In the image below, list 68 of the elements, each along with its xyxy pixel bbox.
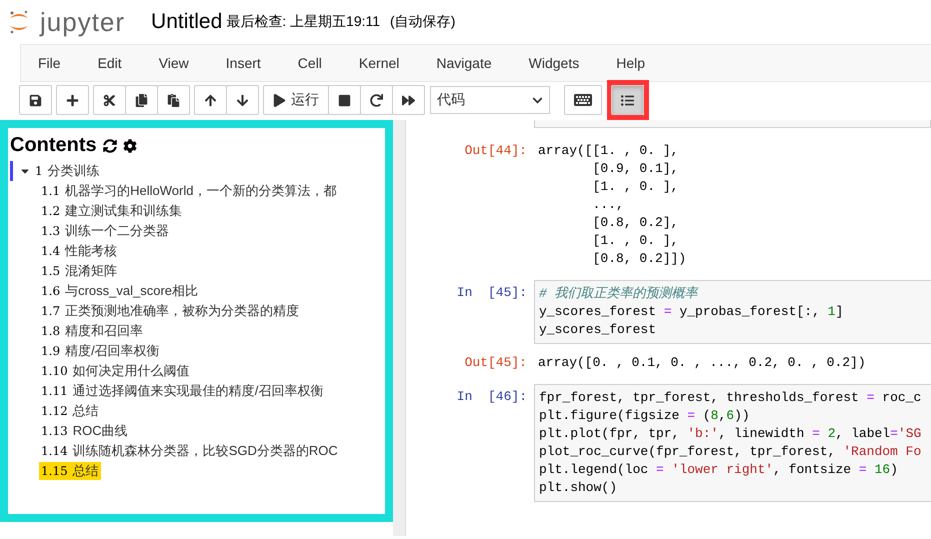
toc-entry[interactable]: 1.2 建立测试集和训练集 — [39, 202, 184, 220]
list-icon — [621, 94, 634, 106]
toc-entry[interactable]: 1.13 ROC曲线 — [39, 422, 130, 440]
menu-item[interactable]: View — [158, 55, 209, 71]
keyboard-button[interactable] — [564, 85, 602, 115]
cell-type-dropdown[interactable]: 代码 — [430, 86, 550, 114]
toc-entry[interactable]: 1.3 训练一个二分类器 — [39, 222, 172, 240]
copy-icon — [135, 94, 148, 106]
toc-entry[interactable]: 1.15 总结 — [39, 462, 101, 480]
menu-item[interactable]: File — [38, 55, 81, 71]
refresh-icon[interactable] — [102, 138, 117, 152]
autosave-status: (自动保存) — [390, 13, 456, 31]
menu-item[interactable]: Navigate — [436, 55, 512, 71]
save-button[interactable] — [19, 85, 52, 115]
input-prompt: In [46]: — [456, 388, 528, 406]
move-up-button[interactable] — [194, 85, 227, 115]
plus-icon — [66, 94, 79, 106]
menu-item[interactable]: Edit — [98, 55, 142, 71]
code-cell[interactable] — [534, 120, 931, 128]
chevron-down-icon — [532, 94, 543, 106]
toc-entry[interactable]: 1.10 如何决定用什么阈值 — [39, 362, 192, 380]
menu-item[interactable]: Help — [616, 55, 666, 71]
toc-entry[interactable]: 1 分类训练 — [33, 162, 102, 180]
settings-icon[interactable] — [122, 138, 137, 152]
cell-output: array([0. , 0.1, 0. , ..., 0.2, 0. , 0.2]) — [537, 354, 867, 372]
toc-entry[interactable]: 1.12 总结 — [39, 402, 101, 420]
arrow-up-icon — [204, 94, 217, 106]
toc-entry[interactable]: 1.7 正类预测地准确率，被称为分类器的精度 — [39, 302, 302, 320]
checkpoint-text: 最后检查: 上星期五19:11 — [226, 13, 380, 31]
scissors-icon — [103, 94, 116, 106]
arrow-down-icon — [236, 94, 249, 106]
toc-entry[interactable]: 1.9 精度/召回率权衡 — [39, 342, 162, 360]
restart-button[interactable] — [360, 85, 393, 115]
square-icon — [338, 94, 351, 106]
output-prompt: Out[45]: — [464, 354, 528, 372]
output-prompt: Out[44]: — [464, 142, 528, 160]
toc-entry[interactable]: 1.1 机器学习的HelloWorld，一个新的分类算法，都 — [39, 182, 338, 200]
fast-forward-icon — [402, 94, 415, 106]
copy-button[interactable] — [125, 85, 158, 115]
toc-entry[interactable]: 1.14 训练随机森林分类器，比较SGD分类器的ROC — [39, 442, 340, 460]
toc-title: Contents — [10, 134, 97, 157]
code-cell[interactable]: fpr_forest, tpr_forest, thresholds_forest = roc_c plt.figure(figsize = (8,6)) plt.plot(fpr, tpr, 'b:', linewidth = 2, label='SG plot_roc_curve(fpr_forest, tpr_forest, 'Random Fo plt.legend(loc = 'lower right', fontsize = 16) plt.show() — [534, 384, 931, 502]
menu-item[interactable]: Cell — [298, 55, 342, 71]
keyboard-icon — [574, 91, 592, 109]
cut-button[interactable] — [93, 85, 126, 115]
toc-entry[interactable]: 1.8 精度和召回率 — [39, 322, 146, 340]
paste-button[interactable] — [157, 85, 190, 115]
run-button[interactable]: 运行 — [263, 85, 329, 115]
menu-item[interactable]: Kernel — [358, 55, 420, 71]
input-prompt: In [45]: — [456, 284, 528, 302]
run-all-button[interactable] — [392, 85, 425, 115]
toc-entry[interactable]: 1.4 性能考核 — [39, 242, 120, 260]
toc-entry[interactable]: 1.6 与cross_val_score相比 — [39, 282, 200, 300]
code-cell[interactable]: # 我们取正类率的预测概率 y_scores_forest = y_probas_forest[:, 1] y_scores_forest — [534, 280, 931, 344]
clipboard-icon — [167, 94, 180, 106]
logo-icon — [8, 9, 30, 35]
logo-text: jupyter — [40, 6, 126, 38]
add-button[interactable] — [56, 85, 89, 115]
toc-entry[interactable]: 1.5 混淆矩阵 — [39, 262, 120, 280]
cell-output: array([[1. , 0. ], [0.9, 0.1], [1. , 0. ], ..., [0.8, 0.2], [1. , 0. ], [0.8, 0.2]]) — [537, 142, 688, 268]
play-icon — [273, 94, 286, 106]
menu-item[interactable]: Insert — [226, 55, 281, 71]
move-down-button[interactable] — [226, 85, 259, 115]
menu-item[interactable]: Widgets — [528, 55, 600, 71]
toc-entry[interactable]: 1.11 通过选择阈值来实现最佳的精度/召回率权衡 — [39, 382, 326, 400]
redo-icon — [370, 94, 383, 106]
notebook-title[interactable]: Untitled — [151, 10, 222, 34]
stop-button[interactable] — [328, 85, 361, 115]
